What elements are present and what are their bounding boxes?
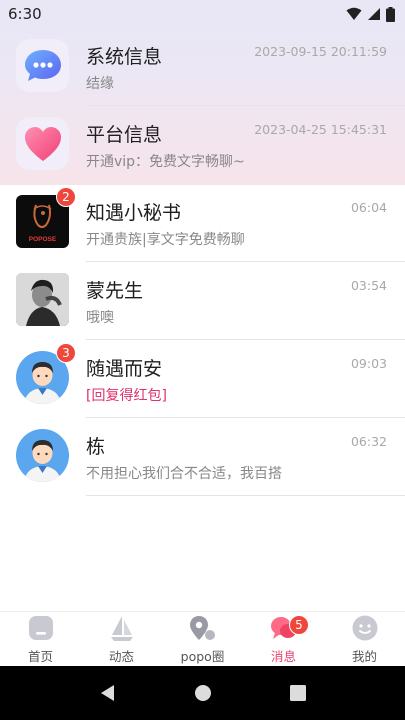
list-item-conversation[interactable]: POPOSE 2 知遇小秘书 开通贵族|享文字免费畅聊 06:04 — [0, 184, 405, 262]
cellular-signal-icon — [368, 8, 380, 20]
sailboat-icon — [107, 613, 137, 643]
battery-icon — [386, 6, 395, 22]
recents-icon[interactable] — [289, 684, 307, 702]
avatar — [16, 429, 69, 482]
message-title: 系统信息 — [86, 46, 163, 68]
bottom-tab-bar: 首页 动态 popo圈 5 消息 我的 — [0, 611, 405, 666]
person-photo-icon — [16, 273, 69, 326]
message-timestamp: 2023-04-25 15:45:31 — [254, 122, 387, 137]
smiley-icon — [350, 613, 380, 643]
home-icon — [26, 613, 56, 643]
tab-profile[interactable]: 我的 — [324, 613, 405, 665]
tab-label: 首页 — [27, 649, 53, 664]
avatar: 3 — [16, 343, 76, 404]
system-navigation-bar — [0, 666, 405, 720]
divider — [86, 495, 405, 496]
heart-icon — [24, 126, 61, 161]
tab-home[interactable]: 首页 — [0, 613, 81, 665]
message-timestamp: 06:32 — [350, 434, 387, 449]
back-icon[interactable] — [99, 684, 117, 702]
message-preview: 哦噢 — [86, 310, 114, 326]
message-title: 平台信息 — [86, 124, 163, 146]
tab-label: 动态 — [108, 649, 134, 664]
chat-bubble-icon — [24, 49, 61, 81]
message-timestamp: 2023-09-15 20:11:59 — [254, 44, 387, 59]
svg-text:POPOSE: POPOSE — [29, 236, 57, 243]
message-title: 蒙先生 — [86, 280, 144, 302]
tab-label: 消息 — [270, 649, 296, 664]
message-title: 知遇小秘书 — [86, 202, 182, 224]
message-preview: [回复得红包] — [86, 388, 167, 404]
avatar — [16, 117, 69, 170]
message-title: 栋 — [86, 436, 106, 458]
list-item-conversation[interactable]: 栋 不用担心我们合不合适，我百搭 06:32 — [0, 418, 405, 496]
unread-badge: 2 — [56, 187, 76, 207]
tab-label: popo圈 — [180, 649, 225, 664]
message-preview: 结缘 — [86, 76, 114, 92]
message-preview: 开通贵族|享文字免费畅聊 — [86, 232, 245, 248]
tab-messages[interactable]: 5 消息 — [243, 613, 324, 665]
location-pin-icon — [188, 613, 218, 643]
default-avatar — [16, 429, 69, 482]
tab-popo-circle[interactable]: popo圈 — [162, 613, 243, 665]
tab-unread-badge: 5 — [289, 615, 309, 635]
tab-label: 我的 — [351, 649, 377, 664]
avatar — [16, 39, 69, 92]
list-item-conversation[interactable]: 蒙先生 哦噢 03:54 — [0, 262, 405, 340]
list-item-platform-info[interactable]: 平台信息 开通vip：免费文字畅聊~ 2023-04-25 15:45:31 — [0, 106, 405, 184]
message-preview: 开通vip：免费文字畅聊~ — [86, 154, 245, 170]
status-bar: 6:30 — [0, 0, 405, 28]
unread-badge: 3 — [56, 343, 76, 363]
person-icon — [24, 440, 61, 482]
message-timestamp: 06:04 — [350, 200, 387, 215]
home-circle-icon[interactable] — [194, 684, 212, 702]
status-icons — [346, 6, 395, 22]
wifi-icon — [346, 7, 362, 20]
list-item-system-info[interactable]: 系统信息 结缘 2023-09-15 20:11:59 — [0, 28, 405, 106]
user-photo — [16, 273, 69, 326]
message-title: 随遇而安 — [86, 358, 163, 380]
message-list: 系统信息 结缘 2023-09-15 20:11:59 平台信息 开通vip：免… — [0, 28, 405, 496]
avatar — [16, 273, 69, 326]
tab-moments[interactable]: 动态 — [81, 613, 162, 665]
status-time: 6:30 — [8, 5, 42, 23]
list-item-conversation[interactable]: 3 随遇而安 [回复得红包] 09:03 — [0, 340, 405, 418]
message-preview: 不用担心我们合不合适，我百搭 — [86, 466, 282, 482]
avatar: POPOSE 2 — [16, 187, 76, 248]
message-timestamp: 03:54 — [350, 278, 387, 293]
message-timestamp: 09:03 — [350, 356, 387, 371]
